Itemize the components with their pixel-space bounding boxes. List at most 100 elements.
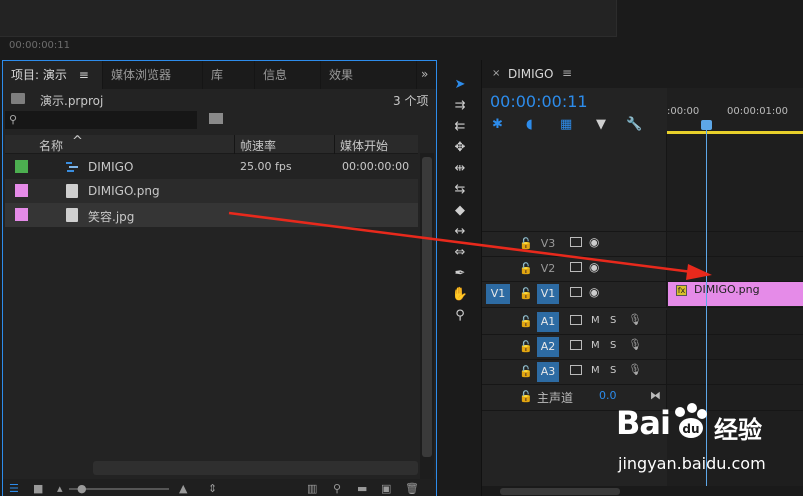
track-label[interactable]: A3	[537, 362, 559, 382]
microphone-icon[interactable]: 🎙	[628, 313, 642, 326]
ripple-edit-tool-icon[interactable]: ✥	[450, 139, 470, 157]
solo-button[interactable]: S	[610, 315, 616, 326]
eye-icon[interactable]: ◉	[589, 285, 599, 299]
track-select-tool-icon[interactable]: ⇉	[450, 97, 470, 115]
zoom-slider-handle[interactable]: ●	[77, 482, 87, 495]
new-bin-icon[interactable]: ▬	[357, 482, 367, 495]
lock-icon[interactable]: 🔓	[519, 390, 533, 403]
horizontal-scrollbar[interactable]	[93, 461, 418, 475]
slide-tool-icon[interactable]: ⇔	[450, 244, 470, 262]
tab-media-browser[interactable]: 媒体浏览器	[103, 61, 203, 89]
track-label[interactable]: V3	[537, 234, 559, 254]
snap-icon[interactable]: ◖	[526, 117, 533, 132]
solo-button[interactable]: S	[610, 365, 616, 376]
icon-view-icon[interactable]: ■	[33, 482, 43, 495]
lock-icon[interactable]: 🔓	[519, 315, 533, 328]
item-frame-rate: 25.00 fps	[240, 160, 292, 173]
sequence-tab[interactable]: DIMIGO	[508, 67, 553, 81]
close-tab-icon[interactable]: ×	[492, 68, 500, 79]
mute-button[interactable]: M	[591, 315, 600, 326]
more-tabs-icon[interactable]: »	[421, 67, 428, 81]
linked-selection-icon[interactable]: ▦	[560, 117, 572, 132]
eye-icon[interactable]: ◉	[589, 235, 599, 249]
fx-badge-icon[interactable]: fx	[676, 285, 687, 296]
tab-effects[interactable]: 效果	[321, 61, 417, 89]
sort-ascending-icon[interactable]: ^	[72, 134, 83, 149]
project-item-row[interactable]: 笑容.jpg	[5, 203, 418, 227]
slip-tool-icon[interactable]: ↔	[450, 223, 470, 241]
zoom-tool-icon[interactable]: ⚲	[450, 307, 470, 325]
label-color-chip[interactable]	[15, 208, 28, 221]
hand-tool-icon[interactable]: ✋	[450, 286, 470, 304]
project-item-row[interactable]: DIMIGO.png	[5, 179, 418, 203]
automate-to-sequence-icon[interactable]: ▥	[307, 482, 317, 495]
track-label[interactable]: A2	[537, 337, 559, 357]
go-to-end-icon[interactable]: ⧓	[650, 389, 661, 402]
sync-lock-icon[interactable]	[570, 315, 582, 325]
sync-lock-icon[interactable]	[570, 237, 582, 247]
paw-logo-icon: du	[675, 403, 707, 438]
track-label[interactable]: V1	[537, 284, 559, 304]
column-divider[interactable]	[234, 135, 235, 154]
new-item-icon[interactable]: ▣	[381, 482, 391, 495]
list-view-icon[interactable]: ☰	[9, 482, 19, 495]
vertical-scroll-thumb[interactable]	[422, 157, 432, 457]
track-label[interactable]: A1	[537, 312, 559, 332]
panel-menu-icon[interactable]: ≡	[562, 66, 572, 80]
project-item-row[interactable]: DIMIGO 25.00 fps 00:00:00:00	[5, 155, 418, 179]
microphone-icon[interactable]: 🎙	[628, 363, 642, 376]
source-patch[interactable]: V1	[486, 284, 510, 304]
eye-icon[interactable]: ◉	[589, 260, 599, 274]
watermark-brand: Bai	[616, 404, 671, 442]
svg-text:du: du	[682, 422, 699, 436]
tab-info[interactable]: 信息	[255, 61, 321, 89]
playhead-timecode[interactable]: 00:00:00:11	[490, 92, 588, 111]
new-search-bin-icon[interactable]	[209, 113, 223, 124]
razor-tool-icon[interactable]: ◆	[450, 202, 470, 220]
lock-icon[interactable]: 🔓	[519, 340, 533, 353]
lock-icon[interactable]: 🔓	[519, 365, 533, 378]
watermark-url: jingyan.baidu.com	[618, 454, 766, 473]
zoom-large-icon[interactable]: ▲	[179, 482, 187, 495]
microphone-icon[interactable]: 🎙	[628, 338, 642, 351]
track-empty-space	[482, 134, 803, 232]
master-volume-value[interactable]: 0.0	[599, 389, 617, 402]
timeline-scrollbar[interactable]	[500, 488, 620, 495]
label-color-chip[interactable]	[15, 160, 28, 173]
zoom-small-icon[interactable]: ▴	[57, 482, 63, 495]
sync-lock-icon[interactable]	[570, 365, 582, 375]
pen-tool-icon[interactable]: ✒	[450, 265, 470, 283]
column-divider[interactable]	[334, 135, 335, 154]
column-media-start[interactable]: 媒体开始	[340, 137, 388, 154]
add-marker-icon[interactable]: ▼	[596, 117, 606, 132]
solo-button[interactable]: S	[610, 340, 616, 351]
sequence-icon	[66, 162, 78, 172]
sync-lock-icon[interactable]	[570, 262, 582, 272]
timeline-settings-icon[interactable]: 🔧	[626, 117, 642, 132]
mute-button[interactable]: M	[591, 340, 600, 351]
rate-stretch-tool-icon[interactable]: ⇆	[450, 181, 470, 199]
panel-menu-icon[interactable]: ≡	[79, 68, 89, 82]
column-name[interactable]: 名称	[39, 137, 63, 154]
program-monitor: 00:00:00:11	[0, 0, 803, 58]
tab-project[interactable]: 项目: 演示 ≡	[3, 61, 103, 89]
mute-button[interactable]: M	[591, 365, 600, 376]
lock-icon[interactable]: 🔓	[519, 237, 533, 250]
nest-toggle-icon[interactable]: ✱	[492, 117, 503, 132]
sort-icon[interactable]: ⇕	[208, 482, 217, 495]
lock-icon[interactable]: 🔓	[519, 287, 533, 300]
sync-lock-icon[interactable]	[570, 340, 582, 350]
find-icon[interactable]: ⚲	[333, 482, 341, 495]
column-frame-rate[interactable]: 帧速率	[240, 137, 276, 154]
project-filename: 演示.prproj	[40, 94, 104, 108]
selection-tool-icon[interactable]: ➤	[450, 76, 470, 94]
clear-icon[interactable]: 🗑	[405, 482, 419, 495]
tab-libraries[interactable]: 库	[203, 61, 255, 89]
rolling-edit-tool-icon[interactable]: ⇹	[450, 160, 470, 178]
sync-lock-icon[interactable]	[570, 287, 582, 297]
label-color-chip[interactable]	[15, 184, 28, 197]
lock-icon[interactable]: 🔓	[519, 262, 533, 275]
track-label[interactable]: V2	[537, 259, 559, 279]
track-select-backward-tool-icon[interactable]: ⇇	[450, 118, 470, 136]
search-input[interactable]	[5, 111, 197, 129]
